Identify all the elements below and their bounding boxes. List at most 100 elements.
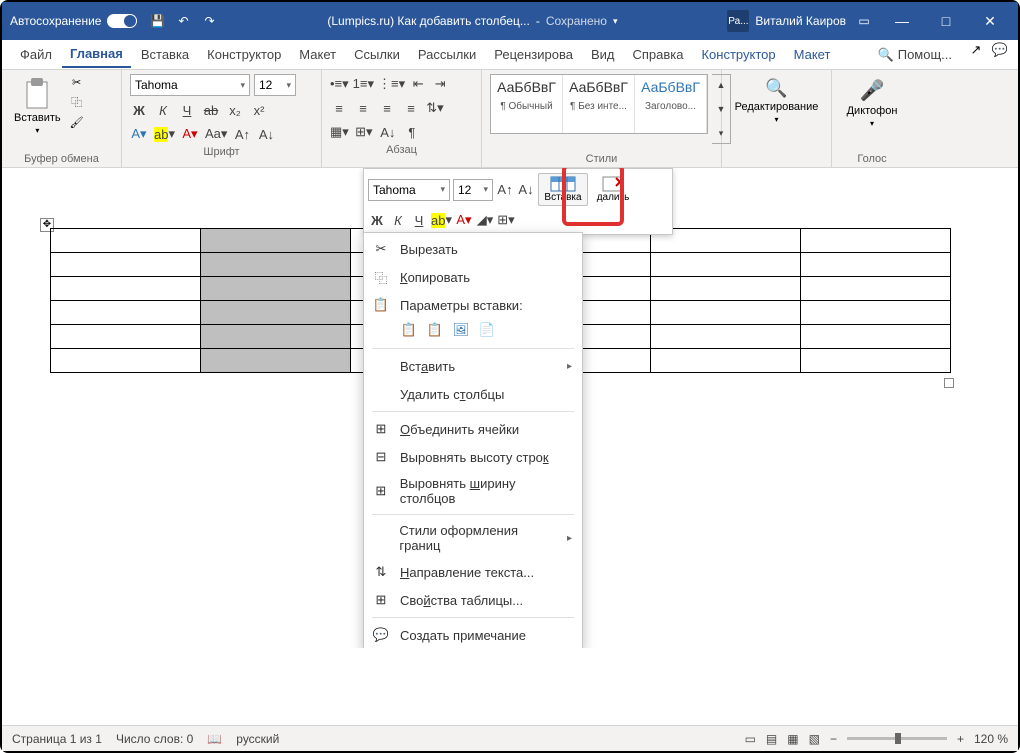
tab-review[interactable]: Рецензирова	[486, 42, 581, 67]
change-case-button[interactable]: Aa▾	[205, 124, 227, 144]
align-right-button[interactable]: ≡	[378, 98, 396, 118]
mini-shrink-font[interactable]: A↓	[517, 180, 535, 200]
sort-button[interactable]: A↓	[379, 122, 397, 142]
tab-help[interactable]: Справка	[624, 42, 691, 67]
cm-dist-rows[interactable]: ⊟Выровнять высоту строк	[364, 443, 582, 471]
zoom-in-button[interactable]: +	[957, 732, 964, 746]
text-effects-button[interactable]: A▾	[130, 124, 148, 144]
tab-file[interactable]: Файл	[12, 42, 60, 67]
print-layout-icon[interactable]: ▦	[787, 732, 798, 746]
mini-insert-button[interactable]: Вставка	[538, 173, 588, 206]
close-button[interactable]: ✕	[970, 7, 1010, 35]
mini-delete-button[interactable]: далить	[591, 176, 635, 203]
decrease-indent-button[interactable]: ⇤	[409, 74, 427, 94]
mini-highlight[interactable]: ab▾	[431, 210, 452, 230]
paste-merge-icon[interactable]: 📋	[426, 321, 444, 339]
zoom-slider[interactable]	[847, 737, 947, 740]
mini-underline[interactable]: Ч	[410, 210, 428, 230]
styles-gallery[interactable]: АаБбВвГ¶ Обычный АаБбВвГ¶ Без инте... Аа…	[490, 74, 708, 134]
tab-table-design[interactable]: Конструктор	[693, 42, 783, 67]
focus-mode-icon[interactable]: ▭	[745, 732, 756, 746]
editing-button[interactable]: 🔍 Редактирование ▾	[731, 74, 823, 128]
web-layout-icon[interactable]: ▧	[809, 732, 820, 746]
cm-dist-cols[interactable]: ⊞Выровнять ширину столбцов	[364, 471, 582, 511]
cm-delete-cols[interactable]: Удалить столбцы	[364, 380, 582, 408]
tab-layout[interactable]: Макет	[291, 42, 344, 67]
subscript-button[interactable]: x₂	[226, 100, 244, 120]
share-icon[interactable]: ↗	[968, 42, 984, 58]
numbering-button[interactable]: 1≡▾	[353, 74, 374, 94]
cm-insert[interactable]: Вставить▸	[364, 352, 582, 380]
font-color-button[interactable]: A▾	[181, 124, 199, 144]
mini-font-color[interactable]: A▾	[455, 210, 473, 230]
style-normal[interactable]: АаБбВвГ¶ Обычный	[491, 75, 563, 133]
cm-table-props[interactable]: ⊞Свойства таблицы...	[364, 586, 582, 614]
table-resize-handle[interactable]	[944, 378, 954, 388]
justify-button[interactable]: ≡	[402, 98, 420, 118]
italic-button[interactable]: К	[154, 100, 172, 120]
mini-font-combo[interactable]: Tahoma▾	[368, 179, 450, 201]
bold-button[interactable]: Ж	[130, 100, 148, 120]
language-indicator[interactable]: русский	[236, 732, 279, 746]
zoom-out-button[interactable]: −	[830, 732, 837, 746]
redo-icon[interactable]: ↷	[201, 13, 217, 29]
tab-insert[interactable]: Вставка	[133, 42, 197, 67]
toggle-switch[interactable]	[107, 14, 137, 28]
tell-me[interactable]: 🔍 Помощ...	[870, 42, 960, 68]
bullets-button[interactable]: •≡▾	[330, 74, 349, 94]
tab-design[interactable]: Конструктор	[199, 42, 289, 67]
borders-button[interactable]: ⊞▾	[355, 122, 373, 142]
tab-view[interactable]: Вид	[583, 42, 623, 67]
mini-shading[interactable]: ◢▾	[476, 210, 494, 230]
style-no-spacing[interactable]: АаБбВвГ¶ Без инте...	[563, 75, 635, 133]
zoom-level[interactable]: 120 %	[974, 732, 1008, 746]
cm-new-comment[interactable]: 💬Создать примечание	[364, 621, 582, 648]
paste-button[interactable]: Вставить ▾	[10, 74, 65, 139]
multilevel-button[interactable]: ⋮≡▾	[378, 74, 405, 94]
spellcheck-icon[interactable]: 📖	[207, 732, 222, 746]
font-name-combo[interactable]: Tahoma▾	[130, 74, 250, 96]
copy-icon[interactable]: ⿻	[69, 94, 85, 110]
mini-borders[interactable]: ⊞▾	[497, 210, 515, 230]
format-painter-icon[interactable]: 🖌	[69, 114, 85, 130]
underline-button[interactable]: Ч	[178, 100, 196, 120]
line-spacing-button[interactable]: ⇅▾	[426, 98, 444, 118]
mini-bold[interactable]: Ж	[368, 210, 386, 230]
style-heading1[interactable]: АаБбВвГЗаголово...	[635, 75, 707, 133]
shading-button[interactable]: ▦▾	[330, 122, 349, 142]
paste-text-icon[interactable]: 📄	[478, 321, 496, 339]
paste-picture-icon[interactable]: 🖼	[452, 321, 470, 339]
cm-merge[interactable]: ⊞Объединить ячейки	[364, 415, 582, 443]
cm-copy[interactable]: ⿻Копировать	[364, 263, 582, 291]
save-icon[interactable]: 💾	[149, 13, 165, 29]
ribbon-display-icon[interactable]: ▭	[856, 13, 872, 29]
cut-icon[interactable]: ✂	[69, 74, 85, 90]
show-marks-button[interactable]: ¶	[403, 122, 421, 142]
superscript-button[interactable]: x²	[250, 100, 268, 120]
tab-mailings[interactable]: Рассылки	[410, 42, 484, 67]
minimize-button[interactable]: —	[882, 7, 922, 35]
word-count[interactable]: Число слов: 0	[116, 732, 193, 746]
grow-font-button[interactable]: A↑	[233, 124, 251, 144]
shrink-font-button[interactable]: A↓	[257, 124, 275, 144]
user-account[interactable]: Ра... Виталий Каиров	[727, 10, 846, 32]
paste-keep-source-icon[interactable]: 📋	[400, 321, 418, 339]
comments-icon[interactable]: 💬	[992, 42, 1008, 58]
cm-cut[interactable]: ✂Вырезать	[364, 235, 582, 263]
cm-text-direction[interactable]: ⇅Направление текста...	[364, 558, 582, 586]
page-indicator[interactable]: Страница 1 из 1	[12, 732, 102, 746]
mini-grow-font[interactable]: A↑	[496, 180, 514, 200]
read-mode-icon[interactable]: ▤	[766, 732, 777, 746]
cm-border-styles[interactable]: Стили оформления границ▸	[364, 518, 582, 558]
mini-italic[interactable]: К	[389, 210, 407, 230]
align-left-button[interactable]: ≡	[330, 98, 348, 118]
highlight-button[interactable]: ab▾	[154, 124, 175, 144]
autosave-toggle[interactable]: Автосохранение	[10, 14, 137, 28]
maximize-button[interactable]: □	[926, 7, 966, 35]
tab-home[interactable]: Главная	[62, 41, 131, 68]
undo-icon[interactable]: ↶	[175, 13, 191, 29]
dictate-button[interactable]: 🎤 Диктофон ▾	[843, 74, 902, 132]
tab-table-layout[interactable]: Макет	[786, 42, 839, 67]
align-center-button[interactable]: ≡	[354, 98, 372, 118]
increase-indent-button[interactable]: ⇥	[431, 74, 449, 94]
